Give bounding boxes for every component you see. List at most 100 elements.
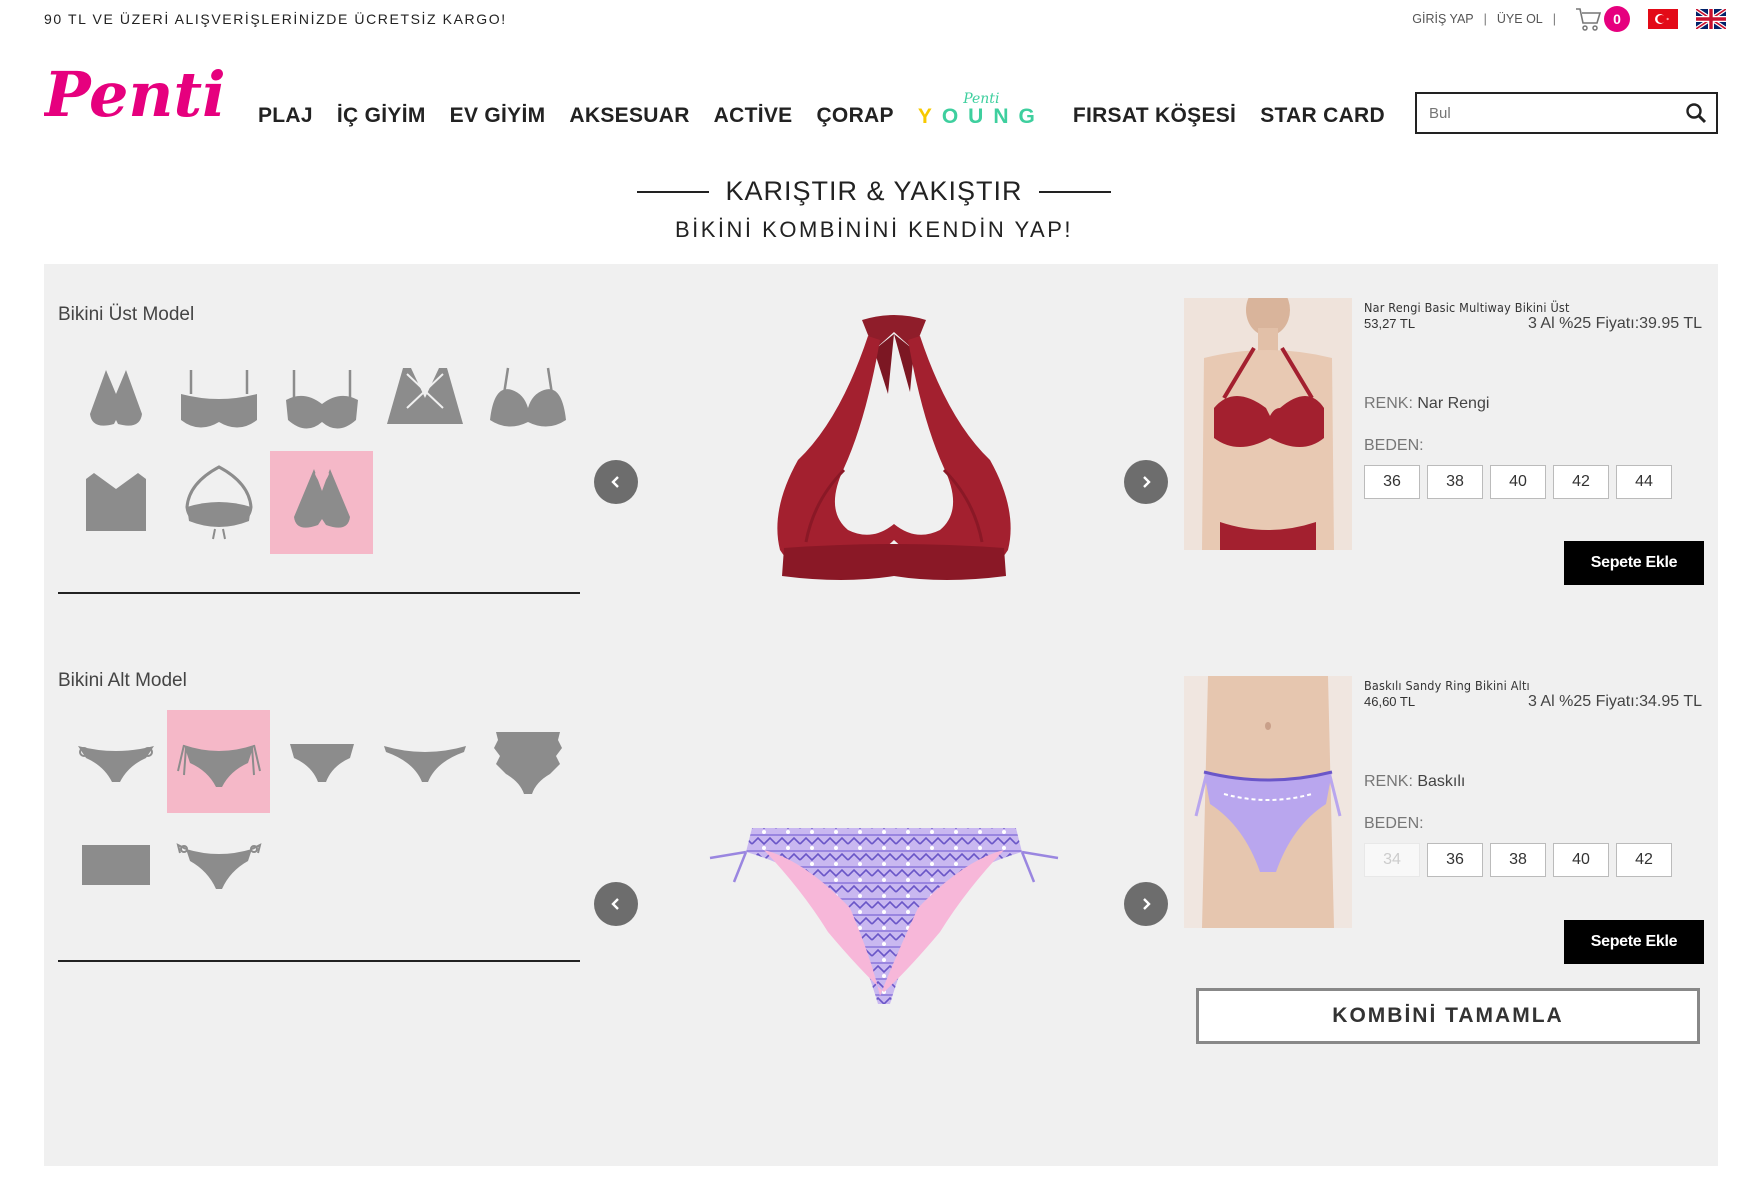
bottom-model-high-waist[interactable] — [476, 710, 579, 813]
uk-flag-icon[interactable] — [1696, 9, 1726, 29]
ruffle-tie-bottom-icon — [176, 842, 261, 889]
top-add-to-cart-button[interactable]: Sepete Ekle — [1564, 541, 1704, 585]
nav-aksesuar[interactable]: AKSESUAR — [569, 104, 689, 128]
cart-button[interactable]: 0 — [1574, 6, 1630, 32]
bottom-model-boyshort[interactable] — [64, 813, 167, 916]
bottom-product-price: 46,60 TL — [1364, 694, 1416, 709]
search-button[interactable] — [1676, 94, 1716, 132]
underwire-top-icon — [489, 367, 566, 427]
top-size-option[interactable]: 42 — [1553, 465, 1609, 499]
nav-penti-young[interactable]: Penti YOUNG — [918, 92, 1045, 127]
top-model-crop[interactable] — [64, 451, 167, 554]
nav-ic-giyim[interactable]: İÇ GİYİM — [337, 104, 426, 128]
top-model-cross-back[interactable] — [373, 348, 476, 451]
bottom-model-classic[interactable] — [270, 710, 373, 813]
combo-builder-panel: Bikini Üst Model Nar Rengi Basic Multiwa… — [44, 264, 1718, 1166]
top-product-price: 53,27 TL — [1364, 316, 1416, 331]
top-product-promo-price: 3 Al %25 Fiyatı:39.95 TL — [1527, 315, 1702, 332]
cross-back-top-icon — [386, 367, 463, 424]
top-next-button[interactable] — [1124, 460, 1168, 504]
top-product-name[interactable]: Nar Rengi Basic Multiway Bikini Üst — [1364, 300, 1702, 315]
young-rest: OUNG — [941, 105, 1045, 128]
bottom-size-option-unavailable: 34 — [1364, 843, 1420, 877]
chevron-left-icon — [611, 476, 619, 488]
cart-icon — [1576, 8, 1602, 31]
search-icon — [1686, 103, 1707, 124]
top-model-halter[interactable] — [64, 348, 167, 451]
bottom-size-option[interactable]: 42 — [1616, 843, 1672, 877]
young-label: YOUNG — [917, 105, 1045, 128]
side-tie-bottom-icon — [176, 744, 261, 787]
bottom-size-option[interactable]: 40 — [1553, 843, 1609, 877]
top-size-option[interactable]: 44 — [1616, 465, 1672, 499]
nav-ev-giyim[interactable]: EV GİYİM — [450, 104, 546, 128]
top-size-option[interactable]: 38 — [1427, 465, 1483, 499]
nav-active[interactable]: ACTİVE — [714, 104, 793, 128]
separator: | — [1552, 12, 1556, 26]
bottom-next-button[interactable] — [1124, 882, 1168, 926]
main-nav: PLAJ İÇ GİYİM EV GİYİM AKSESUAR ACTİVE Ç… — [258, 92, 1409, 133]
separator: | — [1483, 12, 1487, 26]
top-size-option[interactable]: 40 — [1490, 465, 1546, 499]
top-preview-image — [744, 310, 1044, 635]
balconette-top-icon — [285, 369, 358, 429]
top-model-wrap-halter[interactable] — [167, 451, 270, 554]
bandeau-top-icon — [180, 369, 257, 428]
top-size-option[interactable]: 36 — [1364, 465, 1420, 499]
turkish-flag-icon[interactable] — [1648, 9, 1678, 29]
page-title: KARIŞTIR & YAKIŞTIR — [637, 176, 1111, 207]
bottom-product-name[interactable]: Baskılı Sandy Ring Bikini Altı — [1364, 678, 1702, 693]
login-link[interactable]: GİRİŞ YAP — [1412, 12, 1473, 26]
ring-bottom-icon — [77, 745, 154, 782]
wrap-halter-top-icon — [184, 464, 253, 539]
bottom-model-ruffle-tie[interactable] — [167, 813, 270, 916]
bottom-prev-button[interactable] — [594, 882, 638, 926]
halter-bikini-top-preview — [777, 315, 1011, 580]
bottom-color: RENK: Baskılı — [1364, 773, 1702, 791]
penti-logo-mark: Penti — [42, 58, 226, 131]
search-input[interactable] — [1417, 94, 1676, 132]
color-label: RENK: — [1364, 395, 1413, 412]
top-product-info: Nar Rengi Basic Multiway Bikini Üst 53,2… — [1364, 300, 1702, 499]
penti-logo[interactable]: Penti — [42, 58, 238, 135]
top-model-label: Bikini Üst Model — [58, 304, 195, 325]
bottom-size-option[interactable]: 36 — [1427, 843, 1483, 877]
multiway-halter-top-icon — [293, 468, 350, 528]
boyshort-bottom-icon — [81, 844, 150, 885]
bottom-model-ring[interactable] — [64, 710, 167, 813]
nav-plaj[interactable]: PLAJ — [258, 104, 313, 128]
bottom-product-photo[interactable] — [1184, 676, 1352, 928]
title-text: KARIŞTIR & YAKIŞTIR — [725, 176, 1023, 206]
top-model-triangle-underwire[interactable] — [476, 348, 579, 451]
bottom-product-info: Baskılı Sandy Ring Bikini Altı 46,60 TL … — [1364, 678, 1702, 877]
top-model-grid — [64, 348, 579, 554]
top-product-photo[interactable] — [1184, 298, 1352, 550]
top-model-multiway-halter-selected[interactable] — [270, 451, 373, 554]
chevron-right-icon — [1143, 476, 1151, 488]
bottom-model-grid — [64, 710, 579, 916]
complete-combo-button[interactable]: KOMBİNİ TAMAMLA — [1196, 988, 1700, 1044]
cart-count-badge: 0 — [1604, 6, 1630, 32]
top-color-value: Nar Rengi — [1417, 395, 1490, 412]
free-shipping-promo: 90 TL VE ÜZERİ ALIŞVERİŞLERİNİZDE ÜCRETS… — [44, 11, 507, 27]
top-section-divider — [58, 592, 580, 594]
bottom-add-to-cart-button[interactable]: Sepete Ekle — [1564, 920, 1704, 964]
young-logo-text: Penti — [963, 91, 1000, 107]
nav-star-card[interactable]: STAR CARD — [1260, 104, 1385, 128]
signup-link[interactable]: ÜYE OL — [1497, 12, 1543, 26]
bottom-size-label: BEDEN: — [1364, 815, 1424, 832]
top-prev-button[interactable] — [594, 460, 638, 504]
chevron-right-icon — [1143, 898, 1151, 910]
bottom-model-brazilian[interactable] — [373, 710, 476, 813]
bottom-model-side-tie-selected[interactable] — [167, 710, 270, 813]
top-size-label: BEDEN: — [1364, 437, 1424, 454]
top-model-bandeau-strap[interactable] — [167, 348, 270, 451]
logo-text: Penti — [44, 58, 226, 130]
top-price-row: 53,27 TL 3 Al %25 Fiyatı:39.95 TL — [1364, 315, 1702, 333]
nav-corap[interactable]: ÇORAP — [816, 104, 893, 128]
top-model-balconette[interactable] — [270, 348, 373, 451]
bottom-size-option[interactable]: 38 — [1490, 843, 1546, 877]
brazilian-bottom-icon — [383, 745, 466, 782]
model-wearing-top — [1184, 298, 1352, 550]
nav-firsat-kosesi[interactable]: FIRSAT KÖŞESİ — [1073, 104, 1236, 128]
